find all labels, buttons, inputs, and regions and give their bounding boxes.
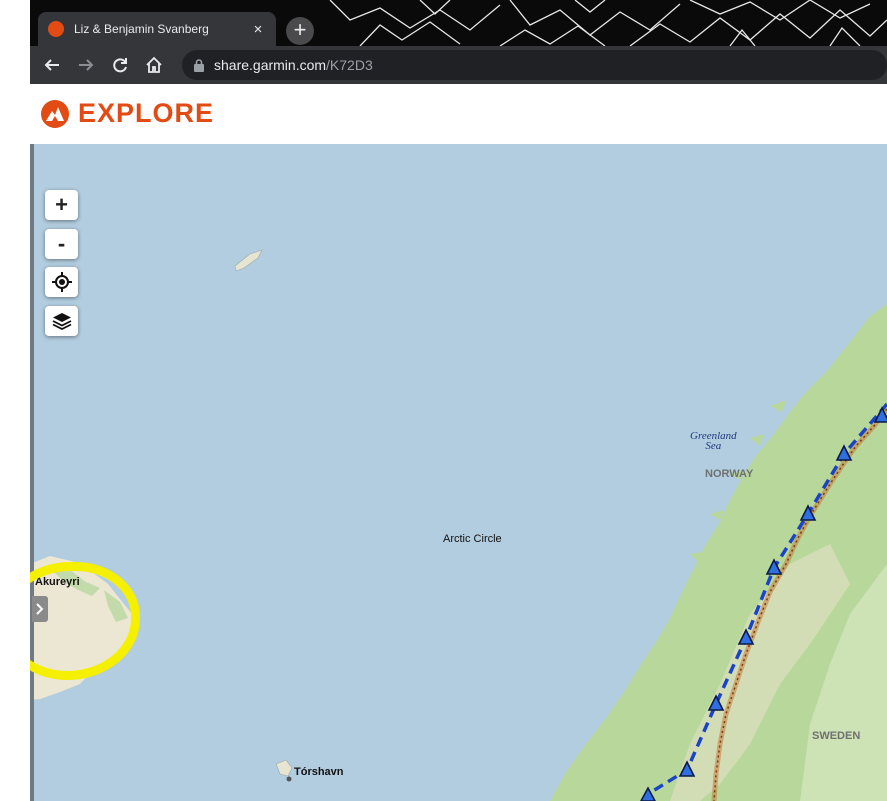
flame-mountain-logo-icon [41, 99, 69, 128]
tab-close-icon[interactable]: × [250, 21, 266, 38]
chevron-right-icon [36, 603, 44, 615]
faroe-islands [275, 759, 293, 777]
map-label-greenland-sea: Greenland Sea [690, 431, 737, 452]
forward-arrow-icon [79, 59, 94, 71]
home-icon [146, 56, 162, 73]
url-host: share.garmin.com [214, 57, 327, 73]
reload-button[interactable] [104, 49, 136, 81]
home-button[interactable] [138, 49, 170, 81]
back-arrow-icon [44, 59, 59, 71]
back-button[interactable] [36, 49, 68, 81]
reload-icon [113, 58, 127, 73]
side-panel-toggle[interactable] [32, 596, 48, 622]
zoom-in-button[interactable]: + [45, 190, 78, 220]
locate-button[interactable] [45, 267, 78, 297]
address-bar[interactable]: share.garmin.com/K72D3 [182, 50, 887, 80]
crosshair-locate-icon [51, 272, 72, 292]
new-tab-button[interactable]: + [286, 17, 314, 45]
site-header: EXPLORE [30, 84, 887, 144]
basemap [30, 249, 887, 801]
logo-text: EXPLORE [78, 98, 215, 128]
browser-tab[interactable]: Liz & Benjamin Svanberg × [38, 12, 276, 46]
map-left-edge [30, 144, 34, 801]
layers-icon [52, 313, 71, 330]
lock-icon [194, 58, 204, 72]
greenland-sea-line-2: Sea [705, 440, 722, 452]
map-label-sweden: SWEDEN [812, 730, 861, 742]
torshavn-dot [286, 776, 292, 782]
browser-toolbar: share.garmin.com/K72D3 [30, 46, 887, 84]
map-label-norway: NORWAY [705, 468, 754, 480]
jan-mayen-island [234, 249, 263, 272]
browser-tab-bar: Liz & Benjamin Svanberg × + [30, 0, 887, 46]
map-label-akureyri: Akureyri [35, 576, 80, 588]
garmin-favicon-icon [48, 21, 64, 37]
layers-button[interactable] [45, 306, 78, 336]
map-view[interactable]: + - Greenland Sea NORWAY Arctic Circle A… [30, 144, 887, 801]
explore-logo[interactable]: EXPLORE [40, 98, 214, 129]
url-path: /K72D3 [326, 57, 373, 73]
map-label-arctic-circle: Arctic Circle [443, 533, 502, 545]
forward-button[interactable] [70, 49, 102, 81]
tab-title: Liz & Benjamin Svanberg [74, 22, 209, 36]
map-label-torshavn: Tórshavn [294, 766, 344, 778]
zoom-out-button[interactable]: - [45, 229, 78, 259]
